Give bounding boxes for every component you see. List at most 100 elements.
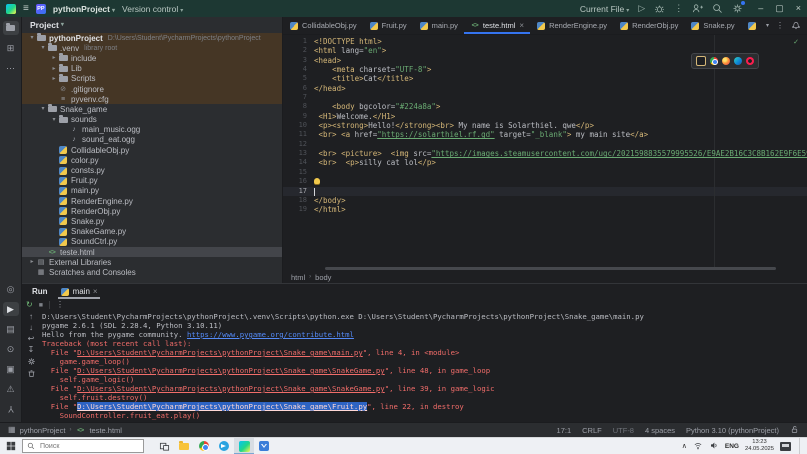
close-icon[interactable]: × [93,288,98,296]
tree-item-sounds[interactable]: ▾sounds [22,115,282,125]
tree-item-lib[interactable]: ▸Lib [22,64,282,74]
tree-item-external-libraries[interactable]: ▸▤External Libraries [22,257,282,267]
scrollbar-thumb[interactable] [325,267,776,270]
commit-tool-icon[interactable]: ◎ [3,282,19,296]
network-icon[interactable] [693,437,703,454]
breadcrumb-body[interactable]: body [315,273,331,282]
chevron-right-icon[interactable]: ▸ [50,66,58,72]
console-settings-icon[interactable] [27,357,36,366]
tree-item--gitignore[interactable]: ⊘.gitignore [22,84,282,94]
telegram-icon[interactable] [214,438,234,454]
settings-gear-icon[interactable] [732,3,743,14]
horizontal-scrollbar[interactable] [283,267,807,271]
debug-button[interactable] [654,3,665,14]
close-button[interactable]: × [796,4,801,13]
run-button[interactable]: ▷ [638,4,645,13]
debug-tool-icon[interactable]: ⊙ [3,342,19,356]
code-with-me-icon[interactable] [692,3,703,14]
language-indicator[interactable]: ENG [725,443,739,450]
git-branch-icon[interactable]: Υ [3,402,19,416]
file-explorer-icon[interactable] [174,438,194,454]
services-tool-icon[interactable]: ▤ [3,322,19,336]
chevron-down-icon[interactable]: ▾ [28,35,36,41]
tree-item-snake-game[interactable]: ▾Snake_game [22,104,282,114]
tab-more-icon[interactable]: ⋮ [776,22,784,30]
firefox-icon[interactable] [722,57,730,65]
hidden-icons-chevron[interactable]: ∧ [682,443,687,450]
pycharm-taskbar-icon[interactable] [234,438,254,454]
next-occurrence-icon[interactable]: ↓ [29,324,33,332]
tree-item-main-py[interactable]: main.py [22,186,282,196]
terminal-tool-icon[interactable]: ▣ [3,362,19,376]
code-area[interactable]: ✓ 1<!DOCTYPE html>2<html lang="en">3<hea… [283,35,807,267]
tree-item-collidableobj-py[interactable]: CollidableObj.py [22,145,282,155]
tab-teste-html[interactable]: <>teste.html× [464,17,530,34]
show-desktop-button[interactable] [799,438,803,454]
python-interpreter[interactable]: Python 3.10 (pythonProject) [686,426,779,435]
tab-list-chevron-icon[interactable]: ▾ [766,23,769,29]
statusbar-file[interactable]: teste.html [89,426,122,435]
tab-fruit-py[interactable]: Fruit.py [363,17,413,34]
project-panel-header[interactable]: Project▾ [22,17,282,33]
volume-icon[interactable] [709,437,719,454]
chevron-down-icon[interactable]: ▾ [39,106,47,112]
project-tool-icon[interactable] [3,21,19,35]
chevron-right-icon[interactable]: ▸ [28,259,36,265]
chevron-right-icon[interactable]: ▸ [50,76,58,82]
tab-renderengine-py[interactable]: RenderEngine.py [530,17,613,34]
structure-tool-icon[interactable]: ⊞ [3,41,19,55]
tree-item-main-music-ogg[interactable]: ♪main_music.ogg [22,125,282,135]
tree-item-pyvenv-cfg[interactable]: ≡pyvenv.cfg [22,94,282,104]
stop-button[interactable]: ■ [39,302,43,309]
minimize-button[interactable]: – [758,4,763,13]
tree-item-color-py[interactable]: color.py [22,155,282,165]
close-icon[interactable]: × [519,22,524,30]
intention-bulb-icon[interactable] [314,178,320,184]
tree-item-scripts[interactable]: ▸Scripts [22,74,282,84]
rerun-button[interactable]: ↻ [26,301,33,309]
chevron-down-icon[interactable]: ▾ [39,45,47,51]
tree-item--venv[interactable]: ▾.venvlibrary root [22,43,282,53]
breadcrumb-html[interactable]: html [291,273,305,282]
tab-snake-py[interactable]: Snake.py [684,17,740,34]
edge-icon[interactable] [734,57,742,65]
file-encoding[interactable]: UTF-8 [613,426,634,435]
tree-item-renderobj-py[interactable]: RenderObj.py [22,206,282,216]
run-config-selector[interactable]: Current File▾ [580,4,629,14]
tree-item-include[interactable]: ▸include [22,53,282,63]
tree-item-renderengine-py[interactable]: RenderEngine.py [22,196,282,206]
chevron-down-icon[interactable]: ▾ [50,117,58,123]
search-icon[interactable] [712,3,723,14]
chrome-icon[interactable] [194,438,214,454]
chrome-icon[interactable] [710,57,718,65]
console-link[interactable]: D:\Users\Student\PycharmProjects\pythonP… [77,348,363,357]
tree-item-soundctrl-py[interactable]: SoundCtrl.py [22,237,282,247]
tree-item-snakegame-py[interactable]: SnakeGame.py [22,227,282,237]
prev-occurrence-icon[interactable]: ↑ [29,313,33,321]
taskbar-search[interactable] [22,439,144,453]
tree-item-pythonproject[interactable]: ▾pythonProjectD:\Users\Student\PycharmPr… [22,33,282,43]
console-link[interactable]: D:\Users\Student\PycharmProjects\pythonP… [77,402,367,411]
tab-collidableobj-py[interactable]: CollidableObj.py [283,17,363,34]
notifications-bell-icon[interactable] [791,20,801,32]
soft-wrap-icon[interactable]: ↩ [28,335,35,343]
tree-item-scratches-and-consoles[interactable]: ▦Scratches and Consoles [22,267,282,277]
caret-position[interactable]: 17:1 [557,426,572,435]
tree-item-teste-html[interactable]: <>teste.html [22,247,282,257]
main-menu-icon[interactable]: ≡ [23,4,29,14]
tree-item-sound-eat-ogg[interactable]: ♪sound_eat.ogg [22,135,282,145]
tab-main-py[interactable]: main.py [413,17,464,34]
statusbar-project[interactable]: pythonProject [20,426,66,435]
task-view-icon[interactable] [154,438,174,454]
tool-window-toggle-icon[interactable]: ▦ [8,426,16,434]
run-tool-icon[interactable]: ▶ [3,302,19,316]
run-tab-main[interactable]: main × [58,284,100,299]
tree-item-fruit-py[interactable]: Fruit.py [22,176,282,186]
more-actions-icon[interactable]: ⋮ [674,4,683,13]
more-tools-icon[interactable]: ⋯ [3,61,19,75]
search-input[interactable] [38,442,122,451]
tab-renderobj-py[interactable]: RenderObj.py [613,17,684,34]
project-selector[interactable]: pythonProject▾ [53,4,115,14]
scroll-to-end-icon[interactable]: ↧ [28,346,35,354]
console-link[interactable]: D:\Users\Student\PycharmProjects\pythonP… [77,366,385,375]
